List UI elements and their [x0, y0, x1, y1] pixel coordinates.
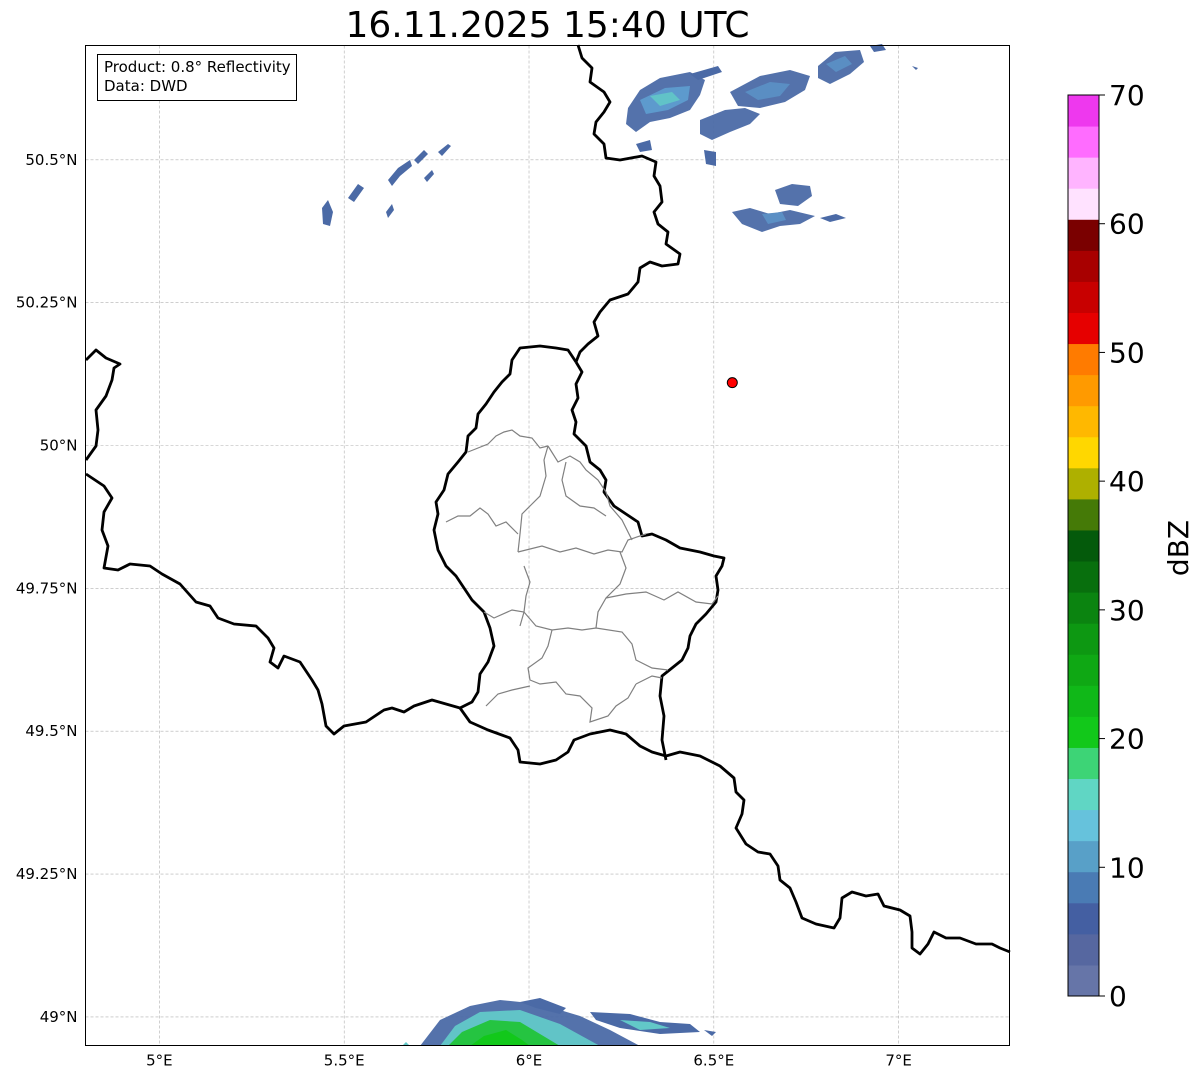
colorbar: 0 10 20 30 40 50 60 70 dBZ — [1067, 79, 1195, 1013]
colorbar-segment — [1068, 157, 1099, 189]
echo-streak — [348, 184, 364, 202]
colorbar-segment — [1068, 685, 1099, 717]
echo-patch — [704, 150, 716, 166]
colorbar-segment — [1068, 964, 1099, 997]
lat-tick-label: 50°N — [40, 437, 78, 455]
colorbar-segment — [1068, 933, 1099, 966]
colorbar-segment — [1068, 561, 1099, 593]
colorbar-segment — [1068, 343, 1099, 376]
location-marker — [726, 377, 738, 389]
canton-border — [483, 609, 669, 671]
echo-streak — [414, 150, 428, 164]
echo-streaks-northwest — [322, 144, 451, 226]
lon-tick-label: 5°E — [146, 1052, 173, 1070]
canton-border — [467, 429, 549, 453]
colorbar-segment — [1068, 654, 1099, 686]
canton-border — [605, 591, 719, 605]
colorbar-unit-label: dBZ — [1162, 520, 1195, 576]
lon-tick-label: 6.5°E — [693, 1052, 734, 1070]
border-luxembourg-belgium — [432, 344, 578, 710]
colorbar-tick-label: 0 — [1109, 980, 1127, 1013]
colorbar-segment — [1068, 871, 1099, 904]
echo-streak — [424, 170, 434, 182]
echo-streak — [438, 144, 451, 156]
lat-tick-label: 49.25°N — [16, 865, 78, 883]
country-borders — [84, 44, 1011, 956]
border-luxembourg-france — [458, 707, 667, 766]
colorbar-segment — [1068, 840, 1099, 873]
canton-borders — [445, 429, 719, 723]
radar-map-figure: 5°E 5.5°E 6°E 6.5°E 7°E 50.5°N 50.25°N 50°N 49.7… — [16, 44, 1195, 1070]
colorbar-tick-label: 50 — [1109, 336, 1145, 369]
colorbar-segment — [1068, 592, 1099, 624]
colorbar-tick-label: 60 — [1109, 208, 1145, 241]
colorbar-segment — [1068, 778, 1099, 811]
lat-tick-label: 50.25°N — [16, 294, 78, 312]
colorbar-segment — [1068, 95, 1099, 127]
lat-tick-label: 50.5°N — [25, 151, 77, 169]
border-belgium-france — [85, 472, 461, 736]
echo-band-south — [402, 998, 716, 1046]
radar-echoes — [322, 44, 918, 1046]
canton-border — [595, 551, 627, 629]
colorbar-segment — [1068, 436, 1099, 469]
colorbar-tick-label: 40 — [1109, 465, 1145, 498]
canton-border — [485, 685, 531, 707]
canton-border — [445, 507, 519, 535]
colorbar-segment — [1068, 312, 1099, 345]
echo-patch — [704, 1030, 716, 1036]
product-info-box: Product: 0.8° Reflectivity Data: DWD — [97, 54, 297, 101]
colorbar-segment — [1068, 716, 1099, 748]
colorbar-segment — [1068, 188, 1099, 220]
colorbar-tick-label: 30 — [1109, 594, 1145, 627]
colorbar-segment — [1068, 467, 1099, 500]
colorbar-segment — [1068, 529, 1099, 562]
echo-cluster-northeast — [626, 44, 918, 232]
canton-border — [517, 445, 549, 553]
border-belgium-france-west — [84, 348, 122, 461]
canton-border — [635, 675, 663, 685]
colorbar-tick-label: 20 — [1109, 723, 1145, 756]
canton-border — [527, 629, 637, 723]
data-source-text: Data: DWD — [104, 77, 188, 95]
colorbar-segment — [1068, 747, 1099, 780]
lon-tick-label: 5.5°E — [324, 1052, 365, 1070]
echo-streak — [388, 160, 412, 186]
lat-tick-label: 49.5°N — [25, 722, 77, 740]
border-france-germany — [665, 750, 1011, 956]
echo-streak — [386, 204, 394, 218]
axis-tick-labels: 5°E 5.5°E 6°E 6.5°E 7°E 50.5°N 50.25°N 50°N 49.7… — [16, 151, 912, 1070]
echo-patch — [912, 66, 918, 70]
colorbar-segment — [1068, 902, 1099, 935]
colorbar-segment — [1068, 250, 1099, 282]
colorbar-segment — [1068, 219, 1099, 251]
colorbar-segment — [1068, 405, 1099, 438]
lon-tick-label: 6°E — [516, 1052, 543, 1070]
echo-patch — [700, 108, 760, 140]
echo-streak — [322, 200, 333, 226]
colorbar-tick-label: 10 — [1109, 851, 1145, 884]
colorbar-tick-label: 70 — [1109, 79, 1145, 112]
echo-patch — [636, 140, 652, 152]
colorbar-segment — [1068, 498, 1099, 531]
colorbar-segment — [1068, 374, 1099, 407]
colorbar-segment — [1068, 281, 1099, 313]
colorbar-segment — [1068, 809, 1099, 842]
echo-patch — [775, 184, 812, 206]
border-germany-luxembourg — [570, 361, 726, 761]
lon-tick-label: 7°E — [885, 1052, 912, 1070]
lat-tick-label: 49°N — [40, 1008, 78, 1026]
canton-border — [517, 533, 647, 555]
lat-tick-label: 49.75°N — [16, 579, 78, 597]
colorbar-segment — [1068, 623, 1099, 655]
product-text: Product: 0.8° Reflectivity — [104, 58, 291, 76]
colorbar-segment — [1068, 126, 1099, 158]
echo-patch — [820, 214, 846, 222]
